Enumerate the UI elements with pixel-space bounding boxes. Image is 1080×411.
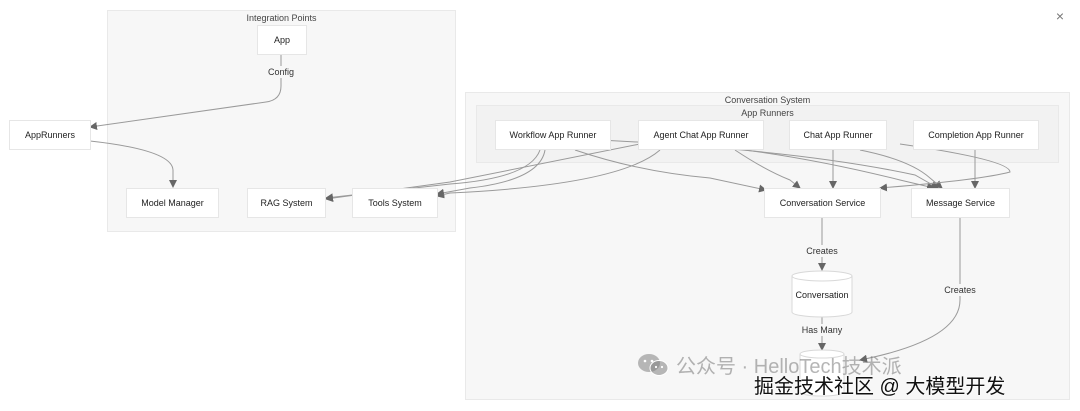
edge-agent-to-tools <box>436 149 661 199</box>
conversation-service-node: Conversation Service <box>764 188 881 218</box>
edge-label-config: Config <box>264 66 298 78</box>
completion-app-runner-node: Completion App Runner <box>913 120 1039 150</box>
app-node: App <box>257 25 307 55</box>
rag-system-node: RAG System <box>247 188 326 218</box>
juejin-watermark: 掘金技术社区 @ 大模型开发 <box>754 376 1006 398</box>
message-service-node: Message Service <box>911 188 1010 218</box>
edge-label-creates-conversation: Creates <box>803 245 841 257</box>
tools-system-node: Tools System <box>352 188 438 218</box>
model-manager-node: Model Manager <box>126 188 219 218</box>
edge-agent-to-message-service <box>744 149 935 191</box>
chat-app-runner-node: Chat App Runner <box>789 120 887 150</box>
workflow-app-runner-node: Workflow App Runner <box>495 120 611 150</box>
wechat-icon <box>638 353 669 376</box>
agent-chat-app-runner-node: Agent Chat App Runner <box>638 120 764 150</box>
edge-apprunners-to-model-manager <box>89 140 177 188</box>
close-icon[interactable]: × <box>1052 8 1068 24</box>
edge-label-creates-message: Creates <box>941 284 979 296</box>
apprunners-node: AppRunners <box>9 120 91 150</box>
edge-chat-to-message-service <box>859 149 943 189</box>
edge-label-has-many: Has Many <box>798 324 846 336</box>
edge-completion-to-conversation-service <box>879 143 1011 192</box>
conversation-db-label: Conversation <box>795 290 849 300</box>
edge-app-to-apprunners <box>89 54 282 130</box>
edge-workflow-to-conversation-service <box>574 149 767 193</box>
edge-agent-to-conversation-service <box>734 149 801 189</box>
